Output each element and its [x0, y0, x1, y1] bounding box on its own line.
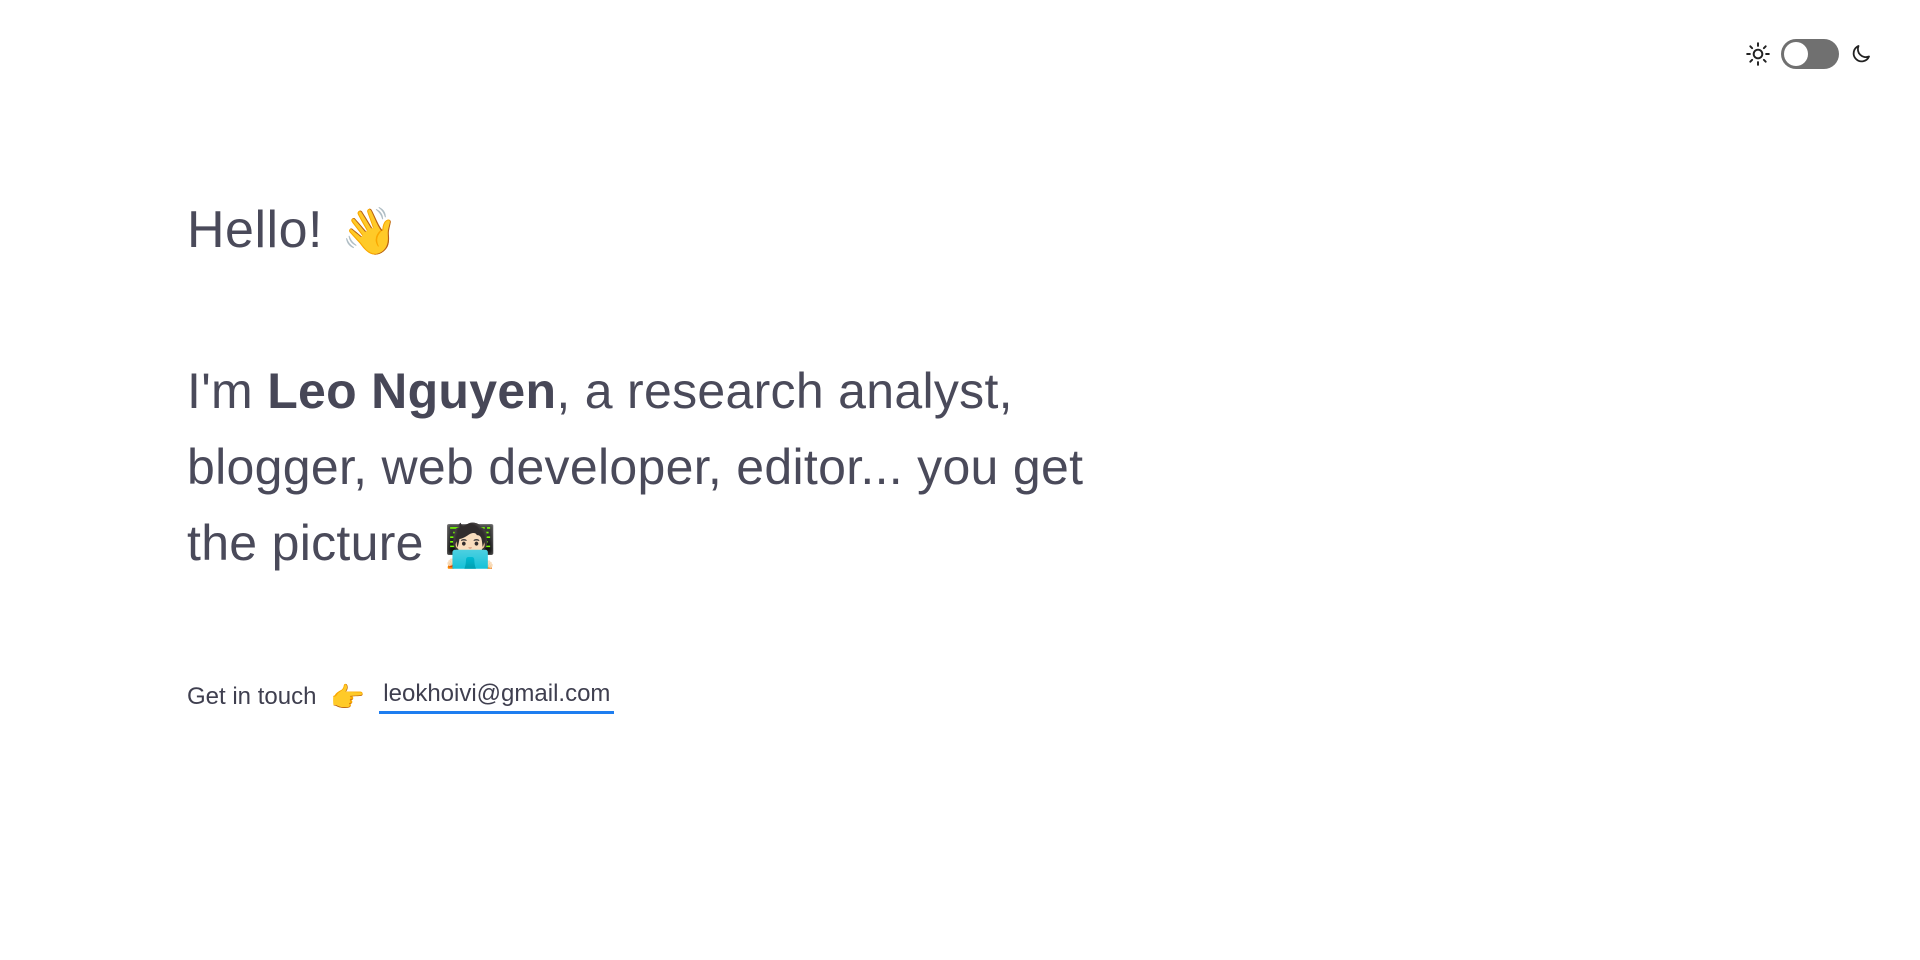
pointing-right-emoji: 👉	[330, 681, 366, 713]
theme-toggle	[1745, 36, 1875, 72]
waving-hand-emoji: 👋	[340, 205, 399, 257]
intro-paragraph: I'm Leo Nguyen, a research analyst, blog…	[187, 353, 1087, 584]
sun-icon	[1746, 42, 1770, 66]
theme-switch[interactable]	[1781, 39, 1839, 69]
contact-row: Get in touch 👉 leokhoivi@gmail.com	[187, 680, 1087, 714]
greeting-heading: Hello! 👋	[187, 190, 1087, 271]
hero-section: Hello! 👋 I'm Leo Nguyen, a research analy…	[187, 190, 1087, 714]
moon-icon	[1852, 45, 1870, 63]
author-name: Leo Nguyen	[267, 363, 557, 419]
contact-label: Get in touch	[187, 683, 317, 710]
theme-switch-thumb	[1784, 42, 1808, 66]
technologist-emoji: 🧑🏻‍💻	[443, 522, 497, 569]
greeting-text: Hello!	[187, 201, 323, 259]
email-link[interactable]: leokhoivi@gmail.com	[379, 680, 615, 714]
intro-prefix: I'm	[187, 363, 268, 419]
